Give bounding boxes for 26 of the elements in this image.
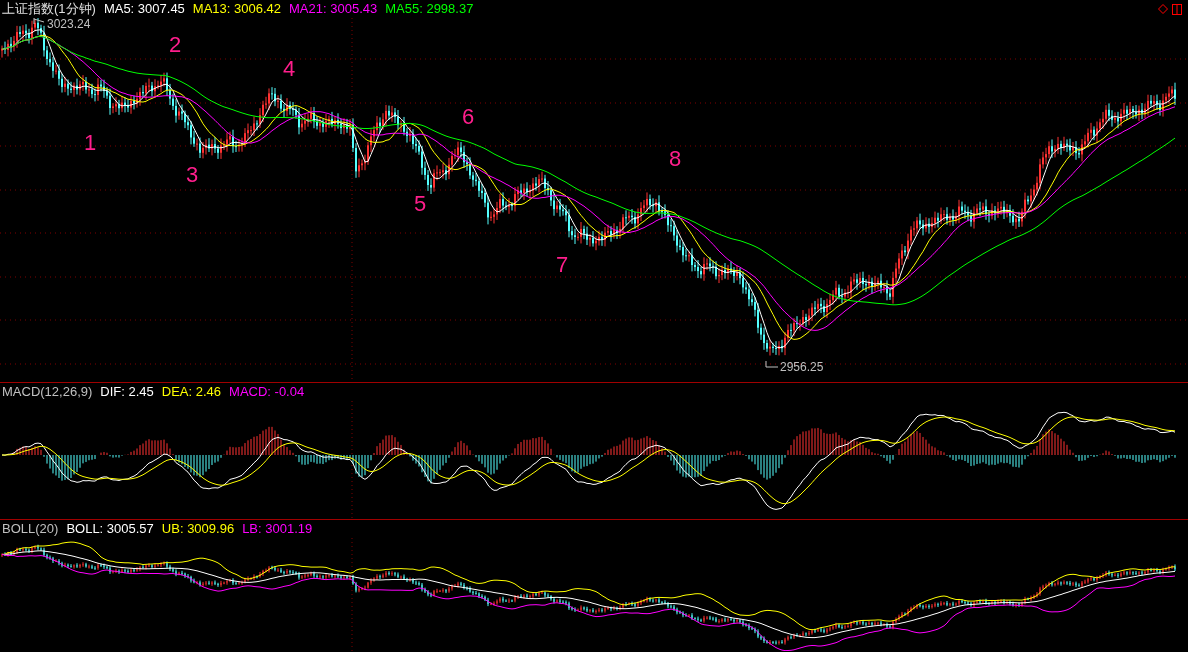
wave-number-label: 8 — [668, 146, 682, 171]
high-price-label: 3023.24 — [47, 18, 91, 31]
chart-title: MACD(12,26,9) — [2, 383, 93, 401]
wave-number-label: 5 — [413, 191, 427, 216]
indicator-value: MA13: 3006.42 — [192, 0, 282, 18]
leader-line — [765, 360, 779, 368]
indicator-value: MACD: -0.04 — [229, 383, 305, 401]
chart-title: 上证指数(1分钟) — [2, 0, 96, 18]
indicator-value: UB: 3009.96 — [161, 520, 235, 538]
indicator-value: MA5: 3007.45 — [103, 0, 185, 18]
window-icon[interactable] — [1172, 3, 1182, 15]
wave-number-label: 4 — [282, 56, 296, 81]
indicator-value: MA21: 3005.43 — [289, 0, 378, 18]
indicator-value: LB: 3001.19 — [242, 520, 313, 538]
wave-number-label: 3 — [185, 162, 199, 187]
indicator-value: DEA: 2.46 — [161, 383, 222, 401]
wave-number-label: 2 — [168, 32, 182, 57]
wave-number-label: 6 — [461, 104, 475, 129]
chart-title: BOLL(20) — [2, 520, 59, 538]
wave-number-label: 1 — [83, 130, 97, 155]
indicator-value: BOLL: 3005.57 — [66, 520, 154, 538]
wave-number-label: 7 — [555, 252, 569, 277]
indicator-value: DIF: 2.45 — [100, 383, 154, 401]
low-price-label: 2956.25 — [780, 360, 824, 374]
leader-line — [33, 18, 45, 25]
indicator-value: MA55: 2998.37 — [385, 0, 474, 18]
